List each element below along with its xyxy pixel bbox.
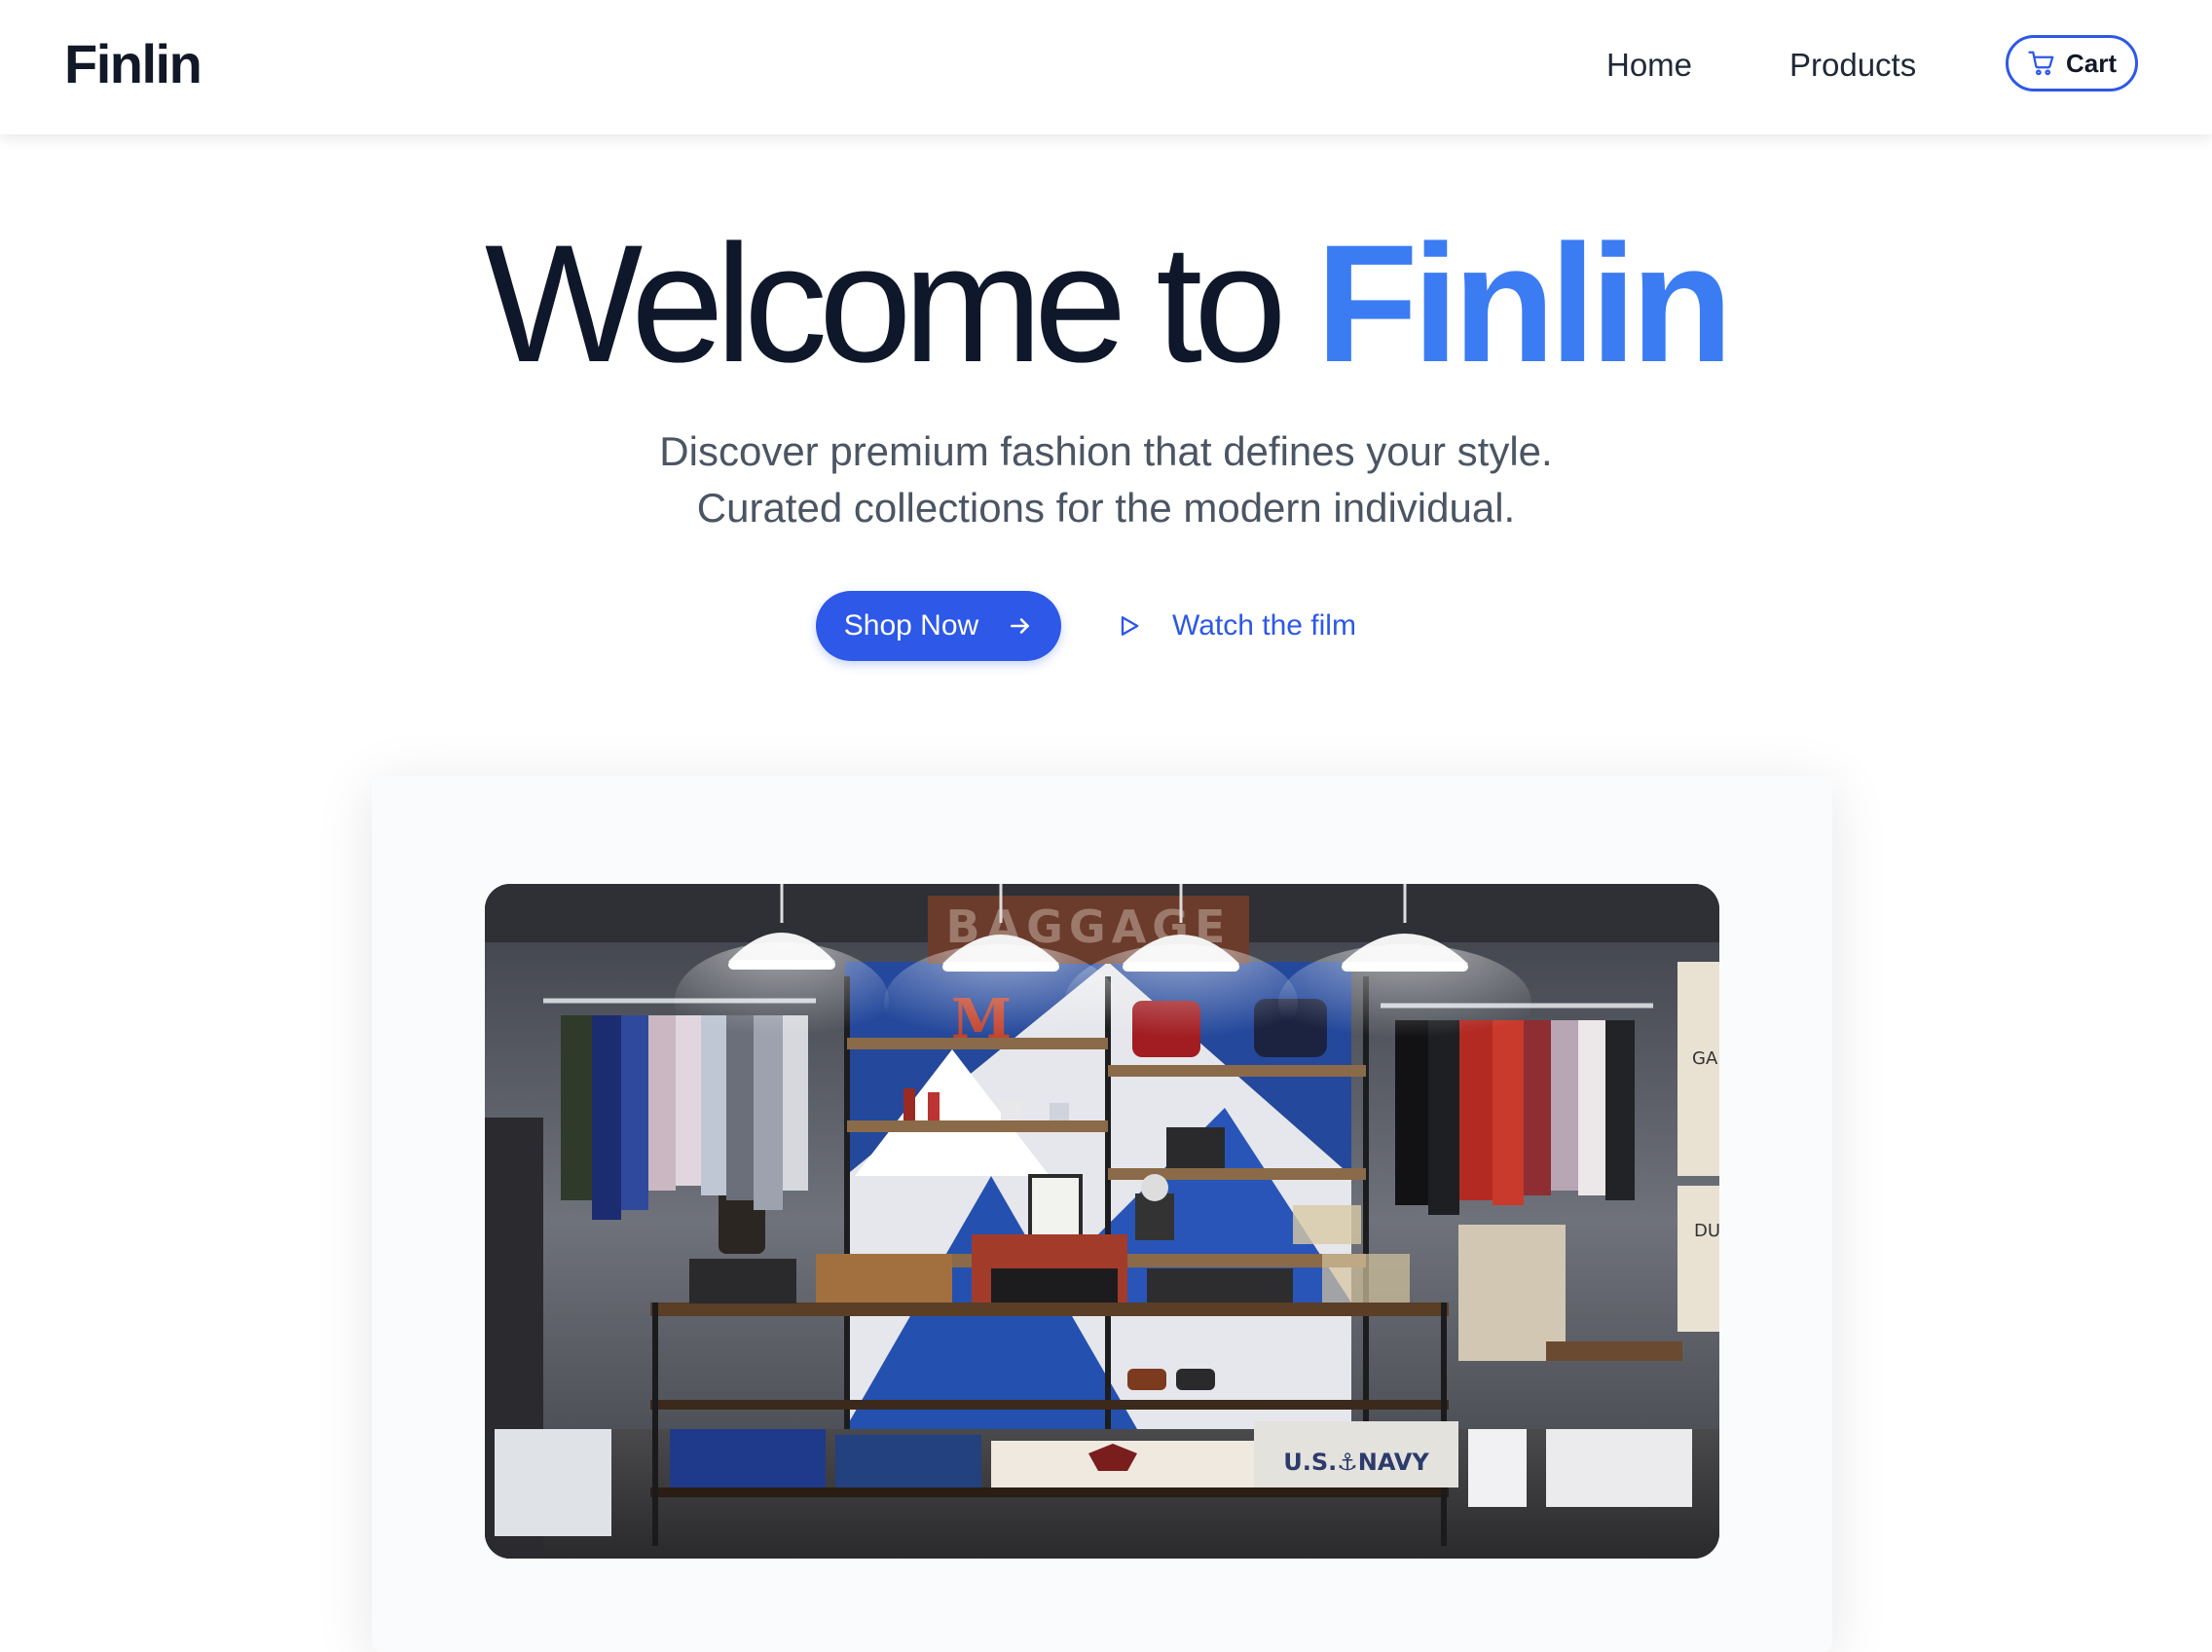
shop-now-button[interactable]: Shop Now — [816, 591, 1061, 661]
shirt-print-text: U.S.⚓NAVY — [1283, 1449, 1429, 1476]
arrow-right-icon — [1011, 618, 1030, 634]
hero-title-accent: Finlin — [1315, 210, 1734, 397]
hero-title: Welcome to Finlin — [0, 216, 2212, 391]
cart-button[interactable]: Cart — [2006, 35, 2138, 92]
shop-now-label: Shop Now — [843, 609, 979, 642]
watch-film-label: Watch the film — [1172, 609, 1356, 642]
hero-subtitle-line2: Curated collections for the modern indiv… — [696, 485, 1516, 531]
hero-subtitle-line1: Discover premium fashion that defines yo… — [659, 428, 1553, 474]
nav-link-home[interactable]: Home — [1606, 43, 1692, 88]
wall-sign-1: GA — [1692, 1048, 1718, 1069]
cart-label: Cart — [2065, 48, 2117, 78]
wall-sign-2: DU — [1694, 1221, 1719, 1241]
store-interior-image: BAGGAGE M — [485, 884, 1719, 1559]
watch-film-link[interactable]: Watch the film — [1116, 602, 1356, 650]
play-icon — [1121, 616, 1139, 636]
hero-title-prefix: Welcome to — [484, 210, 1287, 397]
shopping-cart-icon — [2028, 51, 2054, 76]
top-navbar: Finlin Home Products Cart — [0, 0, 2212, 134]
nav-link-products[interactable]: Products — [1789, 43, 1916, 88]
logo[interactable]: Finlin — [64, 29, 203, 99]
